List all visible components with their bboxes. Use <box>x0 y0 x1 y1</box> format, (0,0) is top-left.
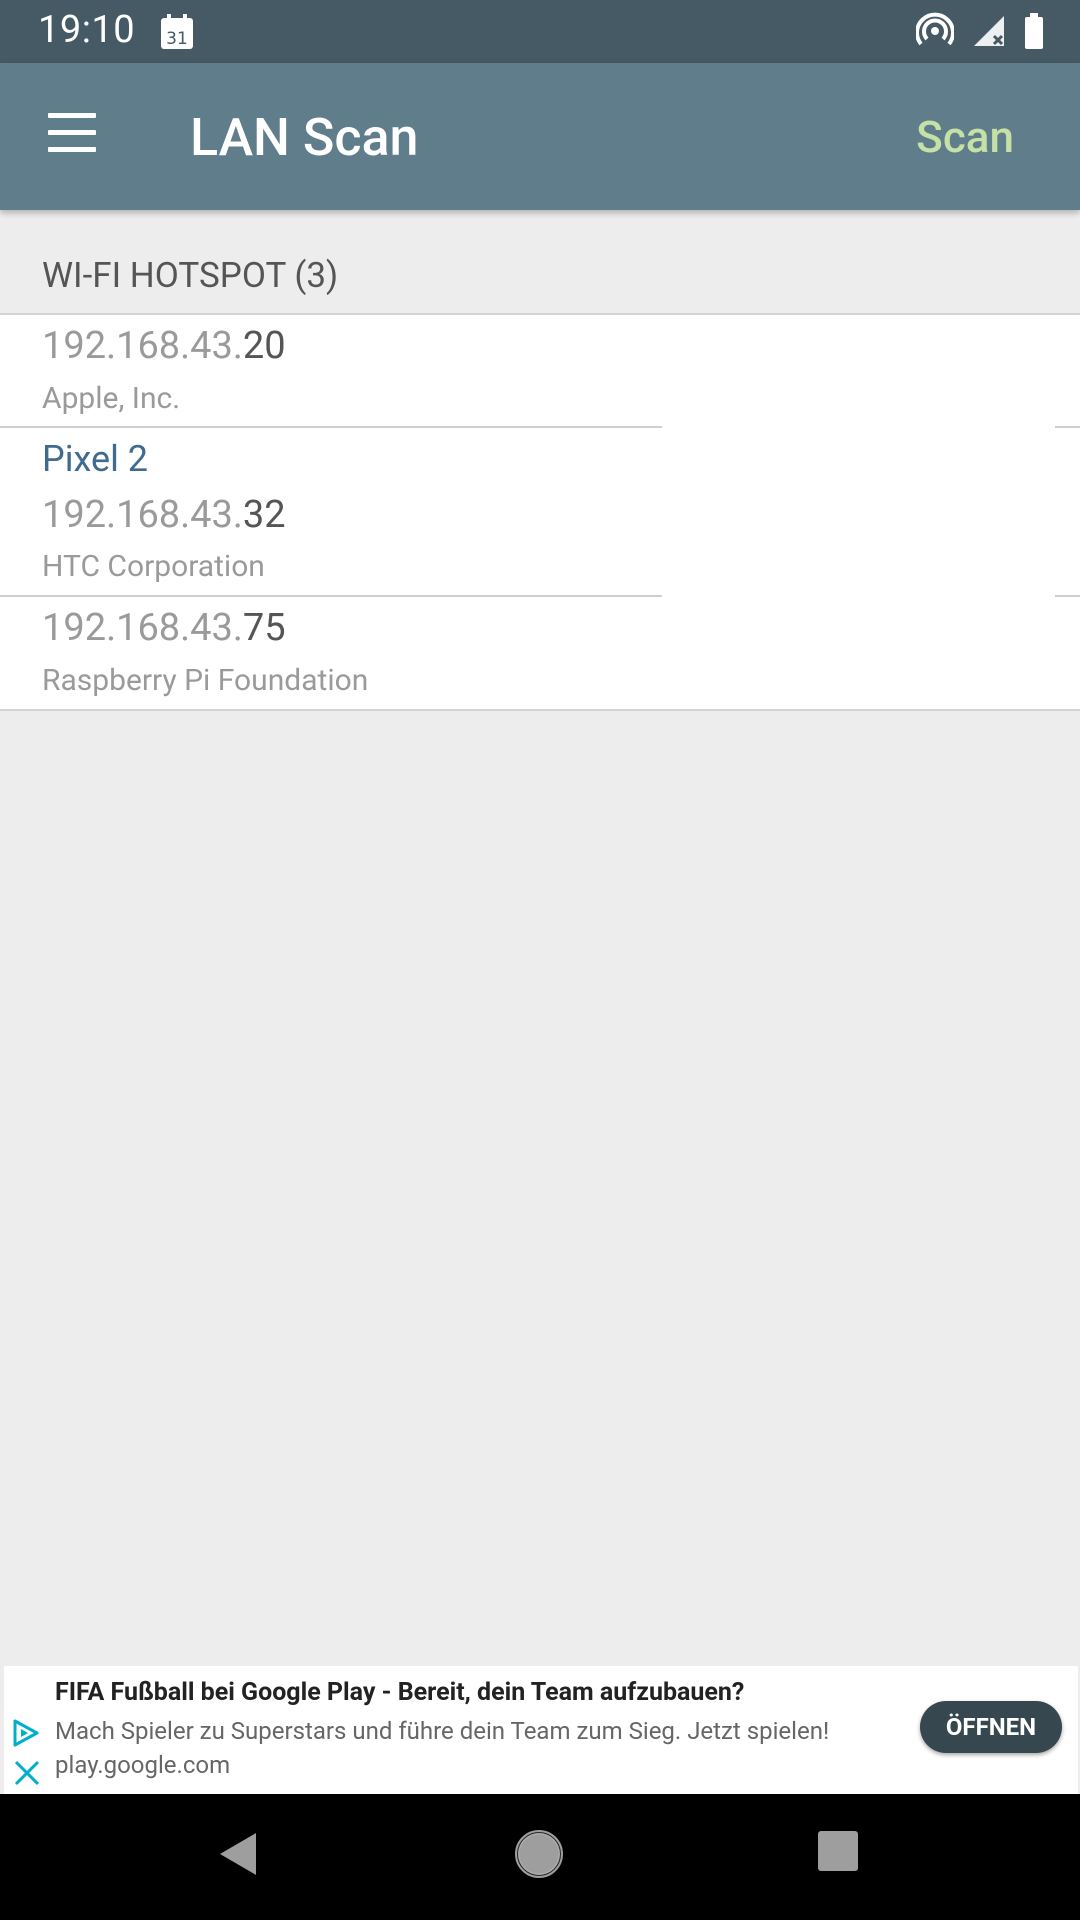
device-row[interactable]: Pixel 2 192.168.43.32 HTC Corporation <box>0 428 1080 597</box>
app-bar: LAN Scan Scan <box>0 63 1080 210</box>
device-row[interactable]: 192.168.43.20 Apple, Inc. <box>0 315 1080 428</box>
status-bar: 19:10 31 <box>0 0 1080 63</box>
ad-headline: FIFA Fußball bei Google Play - Bereit, d… <box>55 1678 745 1707</box>
device-list: 192.168.43.20 Apple, Inc. Pixel 2 192.16… <box>0 313 1080 711</box>
recents-icon[interactable] <box>816 1829 860 1873</box>
navigation-bar <box>0 1794 1080 1920</box>
hamburger-menu-icon[interactable] <box>44 113 100 157</box>
device-ip: 192.168.43.32 <box>42 493 286 537</box>
ad-open-button[interactable]: ÖFFNEN <box>920 1701 1062 1753</box>
page-title: LAN Scan <box>190 107 419 168</box>
device-vendor: Apple, Inc. <box>42 381 181 416</box>
signal-icon <box>974 16 1004 46</box>
ad-banner[interactable]: FIFA Fußball bei Google Play - Bereit, d… <box>4 1666 1078 1794</box>
ad-choices-icon[interactable] <box>10 1718 40 1748</box>
ad-body: Mach Spieler zu Superstars und führe dei… <box>55 1717 830 1779</box>
back-icon[interactable] <box>216 1829 260 1879</box>
device-ip: 192.168.43.20 <box>42 324 286 368</box>
status-time: 19:10 <box>38 8 136 52</box>
scan-button[interactable]: Scan <box>916 111 1014 163</box>
status-icons <box>916 12 1044 50</box>
device-name: Pixel 2 <box>42 438 148 480</box>
device-row[interactable]: 192.168.43.75 Raspberry Pi Foundation <box>0 597 1080 709</box>
ad-close-icon[interactable] <box>12 1758 42 1788</box>
section-header: WI-FI HOTSPOT (3) <box>42 255 339 296</box>
device-vendor: HTC Corporation <box>42 549 265 584</box>
hotspot-icon <box>916 12 954 46</box>
device-ip: 192.168.43.75 <box>42 606 286 650</box>
calendar-day: 31 <box>166 29 188 49</box>
home-icon[interactable] <box>514 1829 564 1879</box>
battery-icon <box>1025 13 1043 49</box>
device-vendor: Raspberry Pi Foundation <box>42 663 369 698</box>
calendar-icon: 31 <box>161 14 193 49</box>
